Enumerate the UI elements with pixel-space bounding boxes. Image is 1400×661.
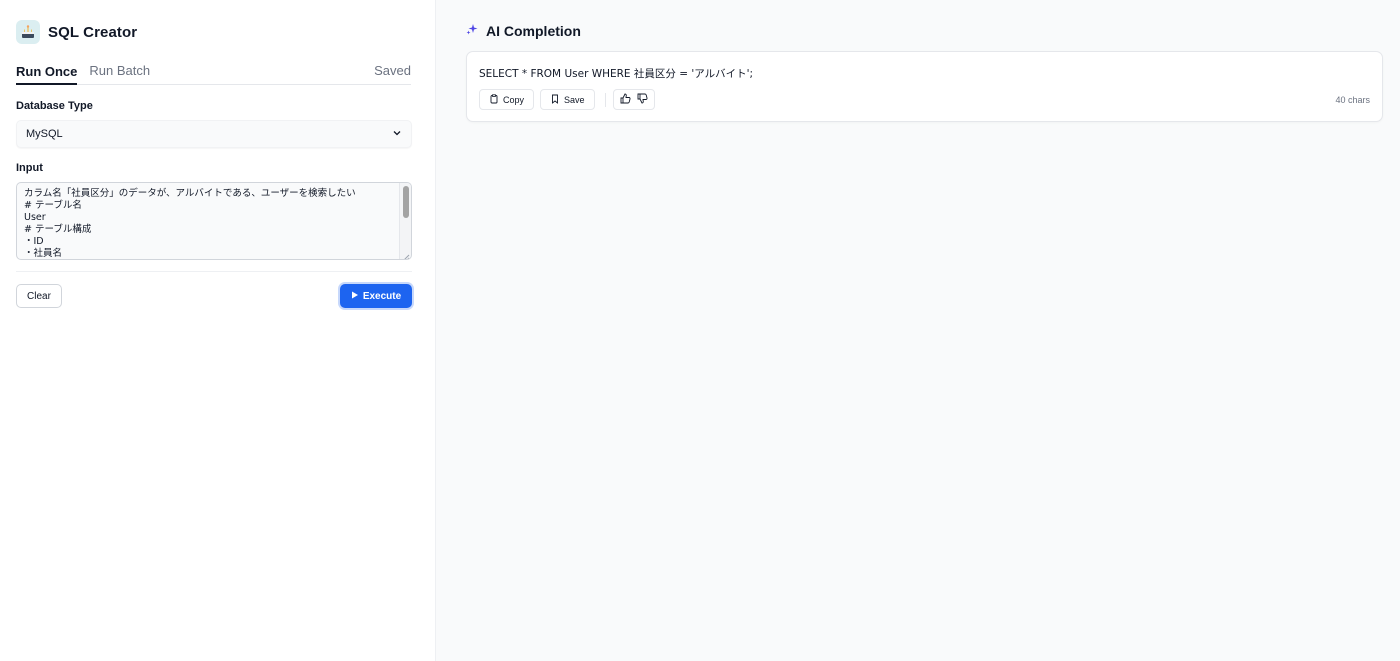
scrollbar-thumb[interactable] [403, 186, 409, 218]
thumbs-down-icon[interactable] [637, 93, 648, 106]
input-label: Input [16, 162, 43, 174]
copy-button[interactable]: Copy [479, 89, 535, 110]
bookmark-icon [550, 94, 560, 106]
execute-label: Execute [362, 290, 402, 302]
completion-card: SELECT * FROM User WHERE 社員区分 = 'アルバイト';… [466, 51, 1383, 122]
copy-label: Copy [503, 94, 525, 105]
sparkle-icon [466, 22, 478, 40]
saved-link[interactable]: Saved [374, 63, 411, 84]
database-type-value: MySQL [26, 128, 63, 140]
play-icon [351, 291, 359, 302]
app-header: SQL Creator [16, 0, 411, 64]
input-text: カラム名「社員区分」のデータが、アルバイトである、ユーザーを検索したい # テー… [24, 188, 356, 259]
char-count: 40 chars [1335, 94, 1370, 105]
save-label: Save [564, 94, 585, 105]
input-textarea[interactable]: カラム名「社員区分」のデータが、アルバイトである、ユーザーを検索したい # テー… [16, 182, 412, 260]
database-type-select[interactable]: MySQL [16, 120, 412, 148]
completion-title: AI Completion [486, 23, 581, 39]
action-bar: Clear Execute [16, 284, 412, 308]
execute-button[interactable]: Execute [340, 284, 412, 308]
separator [604, 92, 606, 107]
cake-icon [16, 20, 40, 44]
completion-text: SELECT * FROM User WHERE 社員区分 = 'アルバイト'; [479, 68, 754, 80]
resize-handle-icon[interactable] [401, 249, 410, 259]
left-panel: SQL Creator Run Once Run Batch Saved Dat… [0, 0, 436, 661]
chevron-down-icon [392, 128, 402, 141]
clipboard-icon [489, 93, 499, 106]
right-panel: AI Completion SELECT * FROM User WHERE 社… [436, 0, 1400, 661]
mode-tabs: Run Once Run Batch Saved [16, 63, 411, 85]
tab-run-once[interactable]: Run Once [16, 64, 78, 85]
database-type-label: Database Type [16, 100, 93, 112]
tab-run-batch[interactable]: Run Batch [89, 63, 150, 84]
save-button[interactable]: Save [540, 89, 595, 110]
textarea-scrollbar[interactable] [399, 183, 411, 259]
feedback-group [612, 89, 655, 110]
clear-button[interactable]: Clear [16, 284, 62, 308]
app-title: SQL Creator [48, 23, 138, 41]
thumbs-up-icon[interactable] [620, 93, 631, 106]
completion-actions: Copy Save 40 chars [479, 89, 1370, 110]
divider [16, 271, 412, 272]
